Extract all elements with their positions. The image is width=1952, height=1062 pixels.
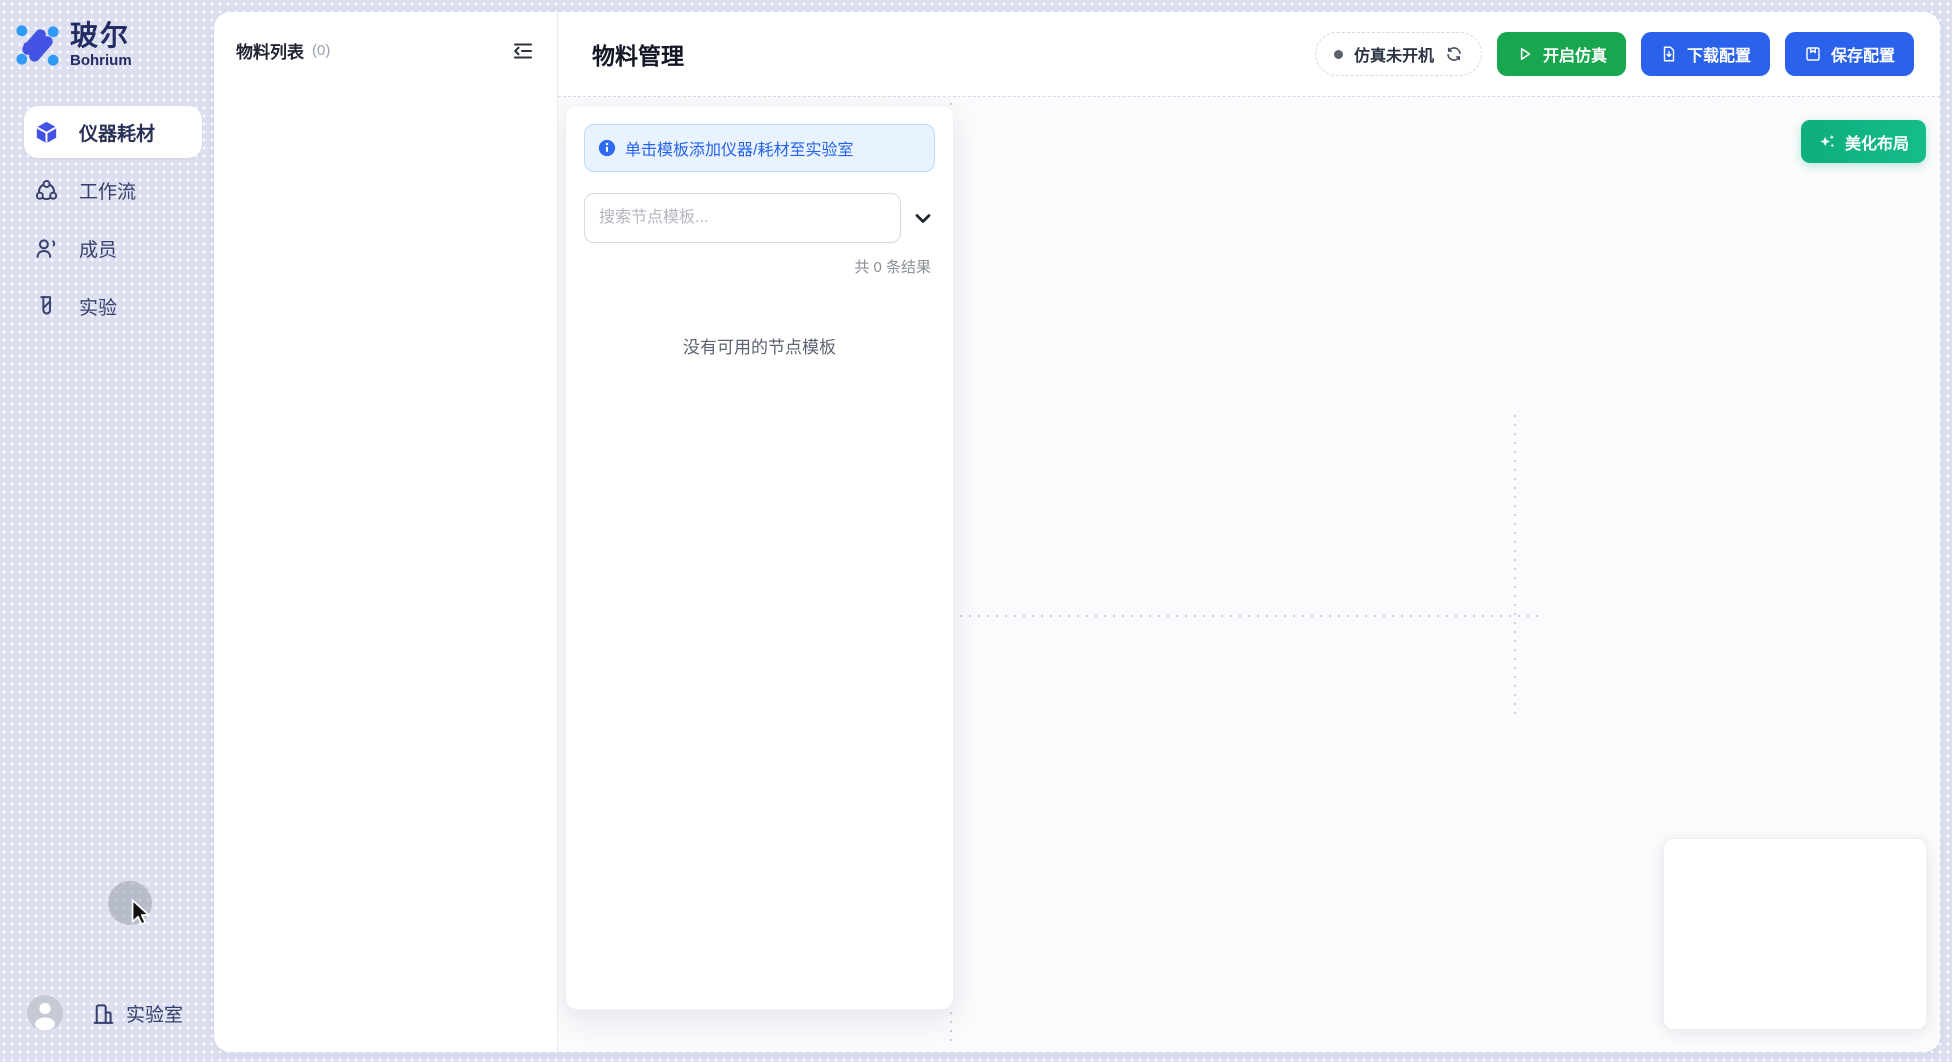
sidebar-item-label: 仪器耗材 <box>79 119 155 146</box>
refresh-icon[interactable] <box>1445 45 1463 63</box>
sidebar-item-label: 成员 <box>79 235 117 262</box>
person-silhouette-icon <box>27 995 63 1031</box>
search-input[interactable] <box>584 193 901 243</box>
beautify-layout-button[interactable]: 美化布局 <box>1801 120 1926 163</box>
main-section: 物料管理 仿真未开机 开启仿真 <box>558 12 1940 1052</box>
header-actions: 仿真未开机 开启仿真 <box>1315 32 1914 76</box>
play-icon <box>1516 45 1534 63</box>
user-avatar[interactable] <box>27 995 63 1031</box>
materials-title: 物料列表 <box>236 38 304 63</box>
sidebar-item-experiments[interactable]: 实验 <box>24 280 202 332</box>
start-simulation-button[interactable]: 开启仿真 <box>1497 32 1626 76</box>
sidebar-menu: 仪器耗材 工作流 成员 实验 <box>0 106 214 332</box>
chevron-down-icon[interactable] <box>911 206 935 230</box>
app-logo: 玻尔 Bohrium <box>0 14 214 76</box>
content-card: 物料列表 (0) 物料管理 仿真未开机 <box>214 12 1940 1052</box>
download-config-button[interactable]: 下载配置 <box>1641 32 1770 76</box>
workflow-icon <box>34 178 59 203</box>
app-name: 玻尔 <box>70 21 132 50</box>
materials-panel: 物料列表 (0) <box>214 12 558 1052</box>
flow-canvas[interactable]: 单击模板添加仪器/耗材至实验室 共 0 条结果 没有可用的节点模板 <box>558 97 1940 1052</box>
building-icon <box>91 1001 116 1026</box>
minimap[interactable] <box>1663 838 1927 1030</box>
canvas-guide-line <box>951 615 1543 617</box>
sidebar-footer: 实验室 <box>0 994 214 1032</box>
node-template-panel: 单击模板添加仪器/耗材至实验室 共 0 条结果 没有可用的节点模板 <box>565 105 954 1010</box>
info-banner: 单击模板添加仪器/耗材至实验室 <box>584 124 935 172</box>
status-dot-icon <box>1334 50 1343 59</box>
sidebar: 玻尔 Bohrium 仪器耗材 工作流 <box>0 0 214 1062</box>
download-file-icon <box>1660 45 1678 63</box>
app-subtitle: Bohrium <box>70 53 132 69</box>
lab-label: 实验室 <box>126 1000 183 1027</box>
simulation-status-label: 仿真未开机 <box>1354 42 1434 66</box>
save-config-button[interactable]: 保存配置 <box>1785 32 1914 76</box>
sidebar-item-label: 实验 <box>79 293 117 320</box>
sidebar-item-members[interactable]: 成员 <box>24 222 202 274</box>
members-icon <box>34 236 59 261</box>
materials-count: (0) <box>312 42 511 59</box>
info-banner-text: 单击模板添加仪器/耗材至实验室 <box>625 136 853 160</box>
simulation-status-pill[interactable]: 仿真未开机 <box>1315 32 1482 76</box>
result-count: 共 0 条结果 <box>584 256 935 277</box>
page-title: 物料管理 <box>592 37 684 71</box>
canvas-guide-line <box>1514 415 1516 720</box>
sparkles-icon <box>1818 132 1837 151</box>
sidebar-item-workflow[interactable]: 工作流 <box>24 164 202 216</box>
sidebar-item-label: 工作流 <box>79 177 136 204</box>
save-icon <box>1804 45 1822 63</box>
empty-state-text: 没有可用的节点模板 <box>584 333 935 358</box>
sidebar-item-instruments[interactable]: 仪器耗材 <box>24 106 202 158</box>
info-icon <box>598 139 616 157</box>
lab-selector[interactable]: 实验室 <box>91 1000 183 1027</box>
collapse-panel-icon[interactable] <box>511 39 535 63</box>
cube-icon <box>34 120 59 145</box>
test-tube-icon <box>34 294 59 319</box>
main-header: 物料管理 仿真未开机 开启仿真 <box>558 12 1940 97</box>
bohrium-logo-icon <box>14 22 61 69</box>
